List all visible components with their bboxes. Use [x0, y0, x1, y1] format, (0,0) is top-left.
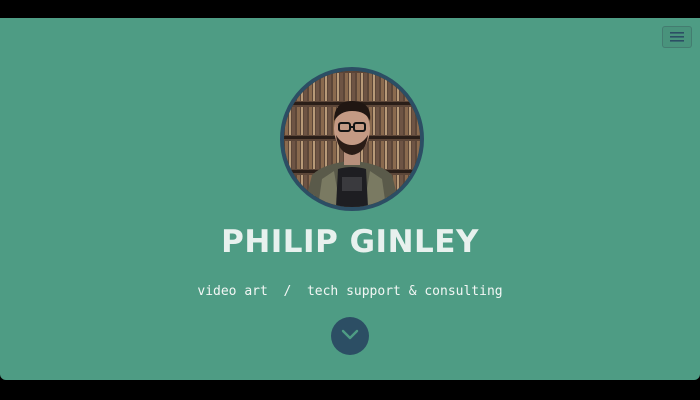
top-letterbox [0, 0, 700, 18]
bottom-letterbox [0, 380, 700, 400]
hero-section: PHILIP GINLEY video art / tech support &… [0, 18, 700, 380]
profile-photo [284, 71, 420, 207]
hamburger-menu-icon [670, 32, 684, 42]
scroll-down-button[interactable] [331, 317, 369, 355]
tagline: video art / tech support & consulting [197, 284, 503, 299]
chevron-down-icon [341, 329, 359, 340]
avatar [280, 67, 424, 211]
page-title: PHILIP GINLEY [221, 224, 479, 260]
menu-button[interactable] [662, 26, 692, 48]
